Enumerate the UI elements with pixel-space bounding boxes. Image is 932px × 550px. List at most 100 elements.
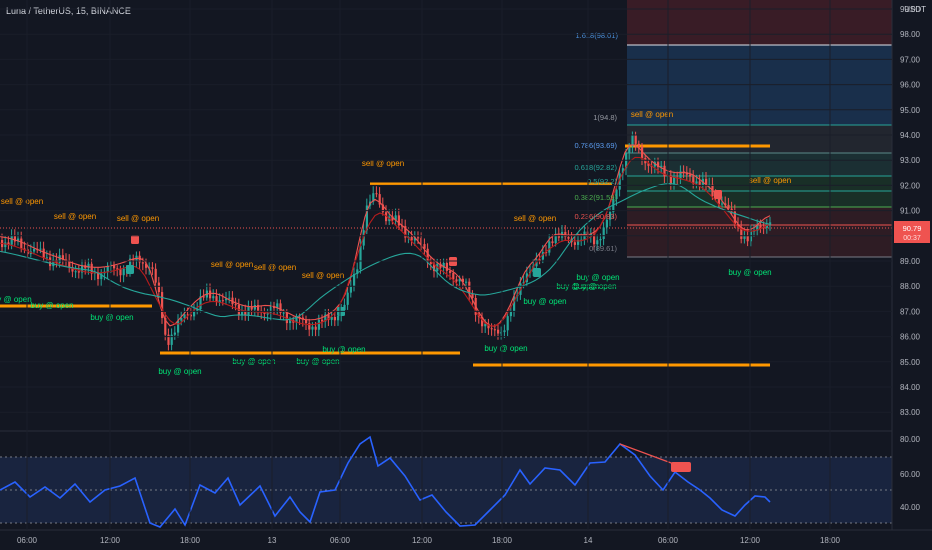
candle-body xyxy=(634,134,637,144)
candle-body xyxy=(10,235,13,245)
fib-label: 0.786(93.69) xyxy=(574,141,617,150)
buy-signal-label: buy @ open xyxy=(90,313,133,322)
candle-body xyxy=(445,262,448,271)
candle-body xyxy=(375,193,378,195)
candle-body xyxy=(234,304,237,306)
candle-body xyxy=(122,268,125,276)
divergence-badge xyxy=(671,462,691,472)
fib-label: 0.618(92.82) xyxy=(574,163,617,172)
price-tick-label: 87.00 xyxy=(900,307,921,316)
candle-body xyxy=(20,238,23,249)
fib-labels: 1.618(98.01) 1(94.8) 0.786(93.69) 0.618(92.… xyxy=(574,31,618,253)
sell-signal-label: sell @ open xyxy=(117,214,159,223)
current-price-value: 90.79 xyxy=(903,224,922,233)
candle-body xyxy=(759,225,762,228)
time-tick-label: 06:00 xyxy=(330,536,351,545)
candle-body xyxy=(173,332,176,335)
sell-signal-label: sell @ open xyxy=(254,263,296,272)
candle-body xyxy=(253,305,256,310)
candle-body xyxy=(4,242,7,248)
time-tick-label: 06:00 xyxy=(17,536,38,545)
price-tick-label: 88.00 xyxy=(900,282,921,291)
candle-body xyxy=(333,316,336,321)
fib-zone-1 xyxy=(627,125,892,153)
candle-body xyxy=(746,235,749,242)
candle-body xyxy=(602,227,605,240)
price-tick-label: 96.00 xyxy=(900,81,921,90)
candle-body xyxy=(426,248,429,262)
candle-body xyxy=(346,292,349,305)
buy-marker xyxy=(126,265,134,274)
chart-canvas[interactable]: 1.618(98.01) 1(94.8) 0.786(93.69) 0.618(92.… xyxy=(0,0,932,550)
candle-body xyxy=(77,271,80,273)
candle-body xyxy=(417,237,420,239)
buy-signal-label: buy @ open xyxy=(322,345,365,354)
candle-body xyxy=(506,316,509,331)
candle-body xyxy=(465,281,468,283)
candle-body xyxy=(548,241,551,253)
candle-body xyxy=(509,311,512,317)
candle-body xyxy=(637,143,640,147)
osc-tick-label: 60.00 xyxy=(900,470,921,479)
time-tick-label: 12:00 xyxy=(100,536,121,545)
candle-body xyxy=(74,271,77,273)
price-tick-label: 93.00 xyxy=(900,156,921,165)
sell-signal-label: sell @ open xyxy=(514,214,556,223)
candle-body xyxy=(573,242,576,245)
candle-body xyxy=(503,330,506,333)
sell-marker xyxy=(714,190,722,199)
candle-body xyxy=(151,267,154,269)
candle-body xyxy=(58,255,61,263)
time-tick-label: 18:00 xyxy=(180,536,201,545)
candle-body xyxy=(209,290,212,299)
price-tick-label: 86.00 xyxy=(900,333,921,342)
candle-body xyxy=(221,300,224,302)
candle-body xyxy=(449,270,452,273)
time-tick-label: 12:00 xyxy=(740,536,761,545)
price-tick-label: 97.00 xyxy=(900,55,921,64)
candle-body xyxy=(266,313,269,315)
price-tick-label: 84.00 xyxy=(900,383,921,392)
sell-signal-label: sell @ open xyxy=(54,212,96,221)
osc-axis[interactable]: 80.00 60.00 40.00 xyxy=(900,435,921,512)
candle-body xyxy=(493,329,496,331)
sell-signal-label: sell @ open xyxy=(302,271,344,280)
candle-body xyxy=(212,296,215,299)
candle-body xyxy=(497,329,500,334)
fib-zone-2 xyxy=(627,153,892,176)
osc-tick-label: 40.00 xyxy=(900,503,921,512)
candle-body xyxy=(305,319,308,324)
price-tick-label: 91.00 xyxy=(900,207,921,216)
fib-label: 1.618(98.01) xyxy=(575,31,618,40)
time-tick-label: 06:00 xyxy=(658,536,679,545)
candle-body xyxy=(33,248,36,252)
price-countdown: 00:37 xyxy=(903,235,921,242)
fib-label: 0.236(90.83) xyxy=(574,212,617,221)
buy-marker xyxy=(533,268,541,277)
candle-body xyxy=(349,286,352,293)
sell-signal-label: sell @ open xyxy=(631,110,673,119)
candle-body xyxy=(154,268,157,283)
candle-body xyxy=(567,236,570,239)
candle-body xyxy=(228,297,231,299)
sell-signal-label: sell @ open xyxy=(749,176,791,185)
candle-body xyxy=(49,257,52,267)
fib-label: 1(94.8) xyxy=(593,113,617,122)
candle-body xyxy=(689,174,692,177)
candle-body xyxy=(317,319,320,330)
candle-body xyxy=(721,203,724,205)
candle-body xyxy=(177,320,180,333)
candle-body xyxy=(141,262,144,264)
time-tick-label: 14 xyxy=(584,536,593,545)
candle-body xyxy=(337,315,340,321)
candle-body xyxy=(452,272,455,280)
candle-body xyxy=(282,312,285,314)
candle-body xyxy=(599,239,602,241)
fib-zone-4 xyxy=(627,207,892,257)
candle-body xyxy=(455,279,458,282)
sell-signal-label: sell @ open xyxy=(1,197,43,206)
buy-signal-label: buy @ open xyxy=(484,344,527,353)
fib-label: 0.382(91.59) xyxy=(574,193,617,202)
price-tick-label: 98.00 xyxy=(900,30,921,39)
time-tick-label: 12:00 xyxy=(412,536,433,545)
